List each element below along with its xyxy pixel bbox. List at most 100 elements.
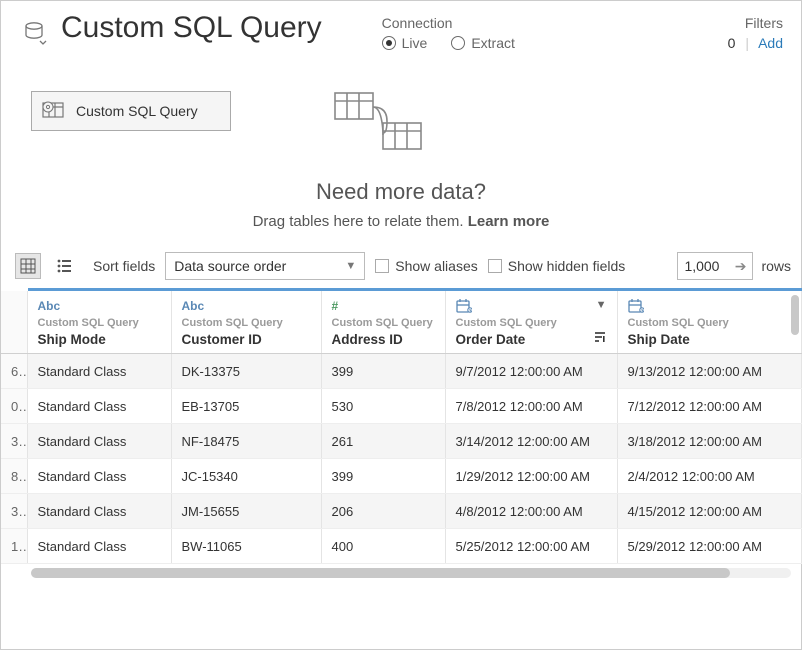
filters-count: 0: [728, 35, 736, 51]
table-cell[interactable]: 7/12/2012 12:00:00 AM: [617, 389, 801, 424]
chevron-down-icon: ▼: [345, 260, 356, 272]
learn-more-link[interactable]: Learn more: [468, 213, 550, 230]
show-hidden-label: Show hidden fields: [508, 258, 626, 274]
table-cell[interactable]: 3/14/2012 12:00:00 AM: [445, 424, 617, 459]
table-cell[interactable]: 530: [321, 389, 445, 424]
show-aliases-checkbox[interactable]: Show aliases: [375, 258, 478, 274]
sort-indicator-icon[interactable]: [593, 331, 607, 343]
column-header[interactable]: Custom SQL Query Ship Date: [617, 290, 801, 354]
view-grid-button[interactable]: [15, 253, 41, 279]
radio-dot-icon: [382, 36, 396, 50]
table-cell[interactable]: Standard Class: [27, 529, 171, 564]
table-row[interactable]: 0Standard ClassEB-137055307/8/2012 12:00…: [1, 389, 801, 424]
table-cell[interactable]: 7/8/2012 12:00:00 AM: [445, 389, 617, 424]
sort-fields-label: Sort fields: [93, 258, 155, 274]
connection-live-radio[interactable]: Live: [382, 35, 428, 51]
data-grid[interactable]: AbcCustom SQL QueryShip ModeAbcCustom SQ…: [1, 288, 802, 564]
column-field: Address ID: [332, 332, 435, 347]
column-header[interactable]: AbcCustom SQL QueryShip Mode: [27, 290, 171, 354]
rows-limit-value: 1,000: [684, 258, 719, 274]
filters-add-link[interactable]: Add: [758, 35, 783, 51]
table-cell[interactable]: 4/8/2012 12:00:00 AM: [445, 494, 617, 529]
view-list-button[interactable]: [51, 253, 77, 279]
checkbox-icon: [488, 259, 502, 273]
table-cell[interactable]: Standard Class: [27, 459, 171, 494]
chevron-down-icon[interactable]: ▼: [596, 299, 607, 311]
column-source: Custom SQL Query: [628, 317, 791, 329]
table-cell[interactable]: 261: [321, 424, 445, 459]
table-cell[interactable]: 9/13/2012 12:00:00 AM: [617, 354, 801, 389]
arrow-right-icon: ➔: [735, 258, 747, 275]
table-cell[interactable]: 2/4/2012 12:00:00 AM: [617, 459, 801, 494]
table-cell[interactable]: Standard Class: [27, 389, 171, 424]
table-cell[interactable]: 9/7/2012 12:00:00 AM: [445, 354, 617, 389]
column-source: Custom SQL Query: [456, 317, 607, 329]
connection-label: Connection: [382, 15, 515, 31]
pill-label: Custom SQL Query: [76, 103, 198, 119]
sort-fields-combo[interactable]: Data source order ▼: [165, 252, 365, 280]
column-field: Ship Date: [628, 332, 791, 347]
sort-fields-value: Data source order: [174, 258, 286, 274]
table-cell[interactable]: 5/25/2012 12:00:00 AM: [445, 529, 617, 564]
column-header[interactable]: #Custom SQL QueryAddress ID: [321, 290, 445, 354]
need-more-hint: Drag tables here to relate them.: [253, 213, 468, 230]
table-cell[interactable]: 0: [1, 389, 27, 424]
table-row[interactable]: 8Standard ClassJC-153403991/29/2012 12:0…: [1, 459, 801, 494]
column-source: Custom SQL Query: [332, 317, 435, 329]
column-header[interactable]: AbcCustom SQL QueryCustomer ID: [171, 290, 321, 354]
table-cell[interactable]: 206: [321, 494, 445, 529]
table-cell[interactable]: 1/29/2012 12:00:00 AM: [445, 459, 617, 494]
table-cell[interactable]: 3: [1, 494, 27, 529]
table-row[interactable]: 3Standard ClassJM-156552064/8/2012 12:00…: [1, 494, 801, 529]
table-cell[interactable]: Standard Class: [27, 494, 171, 529]
radio-dot-icon: [451, 36, 465, 50]
column-header[interactable]: Custom SQL Query Order Date ▼: [445, 290, 617, 354]
column-source: Custom SQL Query: [38, 317, 161, 329]
filters-label: Filters: [728, 15, 783, 31]
table-row[interactable]: 6Standard ClassDK-133753999/7/2012 12:00…: [1, 354, 801, 389]
horizontal-scrollbar[interactable]: [31, 568, 791, 578]
database-icon[interactable]: [25, 21, 51, 47]
relationship-diagram-icon: [331, 87, 431, 157]
table-cell[interactable]: 1: [1, 529, 27, 564]
table-cell[interactable]: Standard Class: [27, 424, 171, 459]
table-cell[interactable]: 399: [321, 354, 445, 389]
custom-sql-icon: [42, 101, 66, 121]
rows-label: rows: [761, 258, 791, 274]
need-more-title: Need more data?: [1, 179, 801, 205]
show-aliases-label: Show aliases: [395, 258, 478, 274]
table-cell[interactable]: 6: [1, 354, 27, 389]
connection-extract-radio[interactable]: Extract: [451, 35, 515, 51]
table-cell[interactable]: DK-13375: [171, 354, 321, 389]
table-row[interactable]: 1Standard ClassBW-110654005/25/2012 12:0…: [1, 529, 801, 564]
table-row[interactable]: 3Standard ClassNF-184752613/14/2012 12:0…: [1, 424, 801, 459]
page-title[interactable]: Custom SQL Query: [61, 11, 322, 45]
show-hidden-checkbox[interactable]: Show hidden fields: [488, 258, 626, 274]
table-cell[interactable]: EB-13705: [171, 389, 321, 424]
table-cell[interactable]: JM-15655: [171, 494, 321, 529]
column-field: Ship Mode: [38, 332, 161, 347]
table-cell[interactable]: 399: [321, 459, 445, 494]
column-field: Customer ID: [182, 332, 311, 347]
column-source: Custom SQL Query: [182, 317, 311, 329]
logical-table-pill[interactable]: Custom SQL Query: [31, 91, 231, 131]
column-field: Order Date: [456, 332, 607, 347]
row-number-header: [1, 290, 27, 354]
table-cell[interactable]: 8: [1, 459, 27, 494]
table-cell[interactable]: BW-11065: [171, 529, 321, 564]
gear-icon: [42, 101, 54, 113]
table-cell[interactable]: JC-15340: [171, 459, 321, 494]
vertical-scrollbar[interactable]: [791, 291, 799, 511]
table-cell[interactable]: 4/15/2012 12:00:00 AM: [617, 494, 801, 529]
checkbox-icon: [375, 259, 389, 273]
connection-live-label: Live: [402, 35, 428, 51]
table-cell[interactable]: 3: [1, 424, 27, 459]
separator: |: [745, 35, 749, 51]
table-cell[interactable]: NF-18475: [171, 424, 321, 459]
table-cell[interactable]: 5/29/2012 12:00:00 AM: [617, 529, 801, 564]
rows-limit-input[interactable]: 1,000 ➔: [677, 252, 753, 280]
table-cell[interactable]: Standard Class: [27, 354, 171, 389]
connection-extract-label: Extract: [471, 35, 515, 51]
table-cell[interactable]: 400: [321, 529, 445, 564]
table-cell[interactable]: 3/18/2012 12:00:00 AM: [617, 424, 801, 459]
